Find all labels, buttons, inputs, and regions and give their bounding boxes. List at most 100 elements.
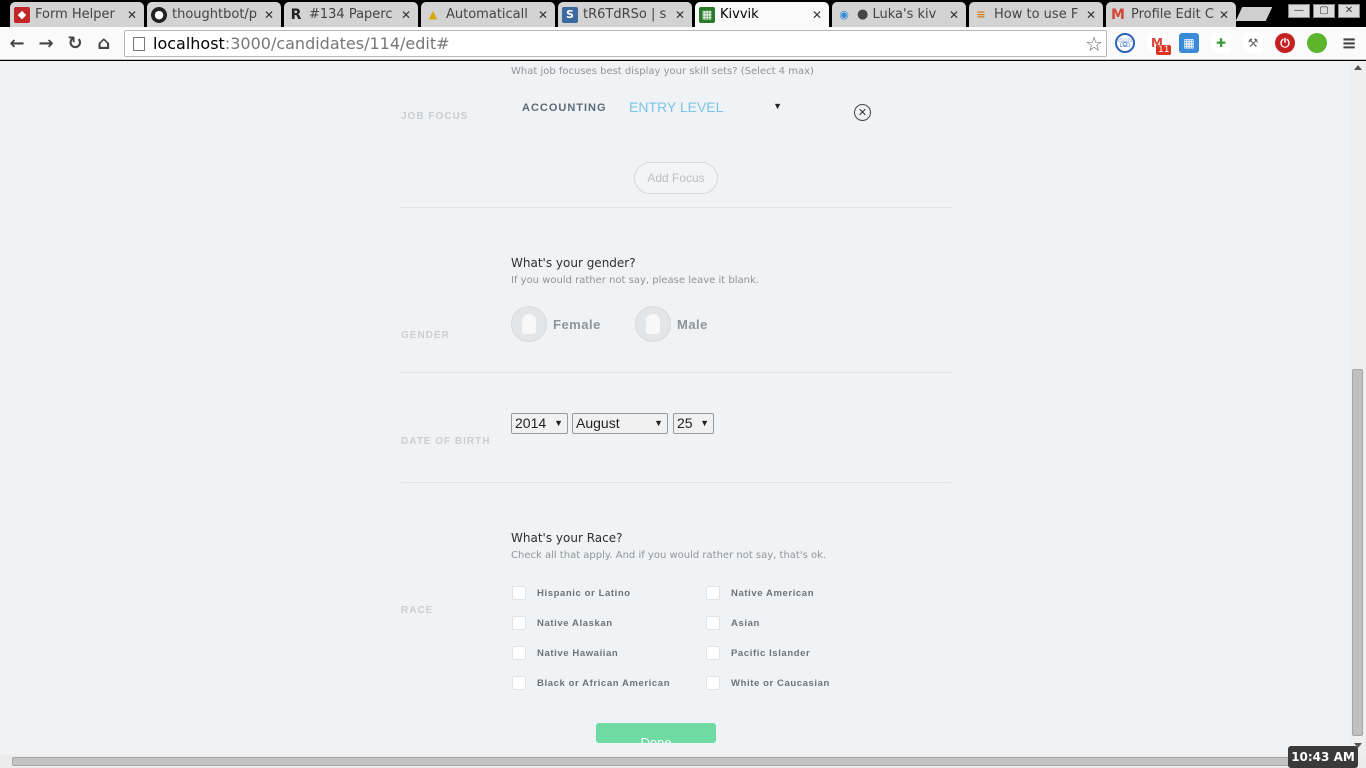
checkbox[interactable] [512, 676, 526, 690]
focus-level-select[interactable]: ENTRY LEVEL ▼ [629, 99, 784, 115]
tool-extension-icon[interactable]: ⚒ [1243, 33, 1263, 53]
tab-title: Form Helper [35, 7, 115, 22]
chevron-down-icon: ▼ [700, 418, 709, 428]
checkbox[interactable] [512, 646, 526, 660]
url-host: localhost [153, 34, 225, 53]
maximize-button[interactable]: ▢ [1313, 4, 1335, 18]
scrollbar-thumb[interactable] [12, 757, 1350, 766]
checkbox[interactable] [706, 676, 720, 690]
race-checkbox-native-hawaiian[interactable]: Native Hawaiian [512, 646, 618, 660]
close-icon[interactable]: ✕ [126, 8, 138, 22]
gender-option-male[interactable]: Male [635, 306, 708, 342]
forward-button[interactable]: → [34, 31, 58, 55]
race-label: RACE [401, 605, 434, 616]
tab-form-helper[interactable]: ◆ Form Helper ✕ [10, 2, 144, 27]
remove-focus-button[interactable]: ✕ [854, 104, 871, 121]
checkbox[interactable] [512, 586, 526, 600]
chat-icon: ◉ [839, 8, 849, 21]
menu-icon[interactable]: ≡ [1339, 33, 1359, 54]
person-icon [511, 306, 547, 342]
race-checkbox-native-american[interactable]: Native American [706, 586, 814, 600]
close-window-button[interactable]: ✕ [1338, 4, 1360, 18]
checkbox[interactable] [512, 616, 526, 630]
browser-toolbar: ← → ↻ ⌂ localhost:3000/candidates/114/ed… [0, 27, 1366, 60]
close-icon[interactable]: ✕ [1085, 8, 1097, 22]
tab-title: How to use F [994, 7, 1079, 22]
new-tab-button[interactable] [1235, 7, 1273, 21]
race-option-label: Native Hawaiian [537, 647, 619, 659]
focus-name: ACCOUNTING [522, 102, 607, 114]
dob-day-select[interactable]: 25 ▼ [673, 413, 714, 434]
gender-option-label: Female [553, 316, 601, 332]
address-bar[interactable]: localhost:3000/candidates/114/edit# ☆ [124, 30, 1107, 57]
gender-label: GENDER [401, 330, 450, 341]
reload-button[interactable]: ↻ [63, 31, 87, 55]
back-button[interactable]: ← [5, 31, 29, 55]
race-checkbox-asian[interactable]: Asian [706, 616, 760, 630]
tab-stack[interactable]: S tR6TdRSo | s ✕ [558, 2, 692, 27]
race-hint: Check all that apply. And if you would r… [511, 550, 827, 561]
tab-luka[interactable]: ◉ ● Luka's kiv ✕ [832, 2, 966, 27]
gender-option-female[interactable]: Female [511, 306, 601, 342]
phone-extension-icon[interactable]: ☏ [1115, 33, 1135, 53]
race-checkbox-black[interactable]: Black or African American [512, 676, 670, 690]
puzzle-extension-icon[interactable]: ✚ [1211, 33, 1231, 53]
tab-title: #134 Paperc [309, 7, 393, 22]
chevron-down-icon: ▼ [554, 418, 563, 428]
tab-github[interactable]: ● thoughtbot/p ✕ [147, 2, 281, 27]
dob-year-select[interactable]: 2014 ▼ [511, 413, 568, 434]
stack-icon: ≡ [976, 8, 986, 21]
checkbox[interactable] [706, 616, 720, 630]
tab-profile-edit[interactable]: M Profile Edit C ✕ [1106, 2, 1236, 27]
chevron-down-icon: ▼ [773, 101, 782, 111]
bookmark-star-icon[interactable]: ☆ [1085, 32, 1103, 56]
race-question: What's your Race? [511, 531, 623, 545]
kivvik-icon: ▦ [699, 6, 715, 23]
gender-question: What's your gender? [511, 256, 636, 270]
scrollbar-thumb[interactable] [1352, 369, 1363, 736]
job-focus-hint: What job focuses best display your skill… [511, 66, 814, 77]
page-viewport: What job focuses best display your skill… [0, 61, 1350, 755]
vertical-scrollbar[interactable] [1350, 61, 1366, 755]
close-icon[interactable]: ✕ [811, 8, 823, 22]
close-icon: ✕ [857, 106, 868, 119]
race-option-label: Asian [731, 617, 760, 629]
gender-hint: If you would rather not say, please leav… [511, 275, 759, 286]
close-icon[interactable]: ✕ [1218, 8, 1230, 22]
horizontal-scrollbar[interactable] [0, 755, 1366, 768]
tab-title: tR6TdRSo | s [583, 7, 667, 22]
checkbox[interactable] [706, 646, 720, 660]
race-option-label: Hispanic or Latino [537, 587, 631, 599]
done-button[interactable]: Done [596, 723, 716, 743]
tab-kivvik[interactable]: ▦ Kivvik ✕ [695, 2, 829, 27]
close-icon[interactable]: ✕ [537, 8, 549, 22]
dob-day-value: 25 [677, 415, 693, 431]
close-icon[interactable]: ✕ [400, 8, 412, 22]
race-option-label: Black or African American [537, 677, 671, 689]
race-checkbox-white[interactable]: White or Caucasian [706, 676, 830, 690]
dob-month-select[interactable]: August ▼ [572, 413, 668, 434]
minimize-button[interactable]: — [1288, 4, 1310, 18]
tab-railscasts[interactable]: R #134 Paperc ✕ [284, 2, 418, 27]
tab-strip: ◆ Form Helper ✕ ● thoughtbot/p ✕ R #134 … [0, 0, 1366, 27]
divider [401, 372, 951, 373]
close-icon[interactable]: ✕ [948, 8, 960, 22]
close-icon[interactable]: ✕ [674, 8, 686, 22]
checkbox[interactable] [706, 586, 720, 600]
person-icon [635, 306, 671, 342]
tab-how-to-use[interactable]: ≡ How to use F ✕ [969, 2, 1103, 27]
power-extension-icon[interactable]: ⏻ [1275, 33, 1295, 53]
tab-automatically[interactable]: ▲ Automaticall ✕ [421, 2, 555, 27]
race-checkbox-pacific-islander[interactable]: Pacific Islander [706, 646, 810, 660]
home-button[interactable]: ⌂ [92, 31, 116, 55]
scroll-up-icon[interactable] [1354, 65, 1362, 70]
close-icon[interactable]: ✕ [263, 8, 275, 22]
calendar-extension-icon[interactable]: ▦ [1179, 33, 1199, 53]
race-option-label: White or Caucasian [731, 677, 830, 689]
gmail-icon: M [1111, 6, 1125, 23]
tab-title: thoughtbot/p [172, 7, 258, 22]
add-focus-button[interactable]: Add Focus [634, 162, 718, 194]
race-checkbox-hispanic[interactable]: Hispanic or Latino [512, 586, 631, 600]
race-checkbox-native-alaskan[interactable]: Native Alaskan [512, 616, 613, 630]
evernote-extension-icon[interactable] [1307, 33, 1327, 53]
